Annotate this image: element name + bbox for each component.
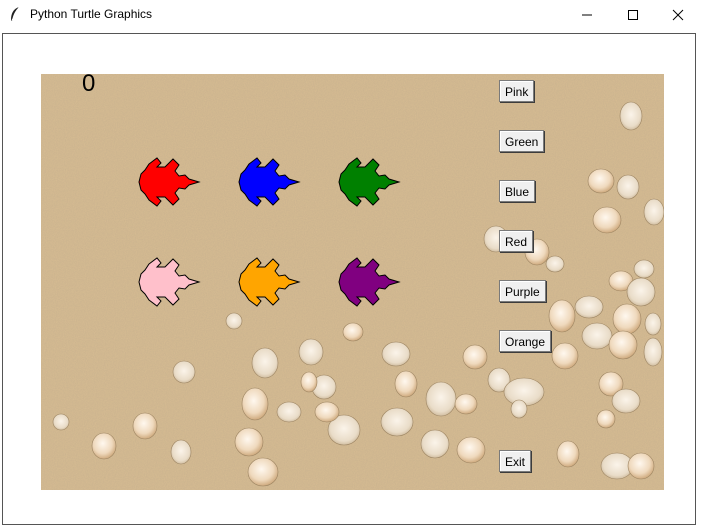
purple-turtle-shape (338, 257, 401, 307)
close-icon (672, 9, 684, 21)
green-turtle-shape (338, 157, 401, 207)
maximize-icon (628, 10, 638, 20)
red-turtle (138, 157, 201, 207)
green-turtle (338, 157, 401, 207)
title-bar[interactable]: Python Turtle Graphics (0, 0, 702, 30)
minimize-icon (582, 14, 592, 16)
red-button[interactable]: Red (499, 230, 534, 252)
orange-turtle-shape (238, 257, 301, 307)
minimize-button[interactable] (564, 0, 610, 30)
purple-button[interactable]: Purple (499, 280, 546, 302)
window-title: Python Turtle Graphics (30, 7, 153, 21)
blue-turtle-shape (238, 157, 301, 207)
maximize-button[interactable] (610, 0, 656, 30)
pink-turtle (138, 257, 201, 307)
red-turtle-shape (138, 157, 201, 207)
blue-button[interactable]: Blue (499, 180, 536, 202)
blue-turtle (238, 157, 301, 207)
exit-button[interactable]: Exit (499, 450, 532, 472)
feather-icon (11, 6, 20, 21)
pink-turtle-shape (138, 257, 201, 307)
purple-turtle (338, 257, 401, 307)
orange-turtle (238, 257, 301, 307)
orange-button[interactable]: Orange (499, 330, 552, 352)
score-display: 0 (82, 70, 96, 97)
close-button[interactable] (655, 0, 701, 30)
pink-button[interactable]: Pink (499, 80, 535, 102)
green-button[interactable]: Green (499, 130, 545, 152)
